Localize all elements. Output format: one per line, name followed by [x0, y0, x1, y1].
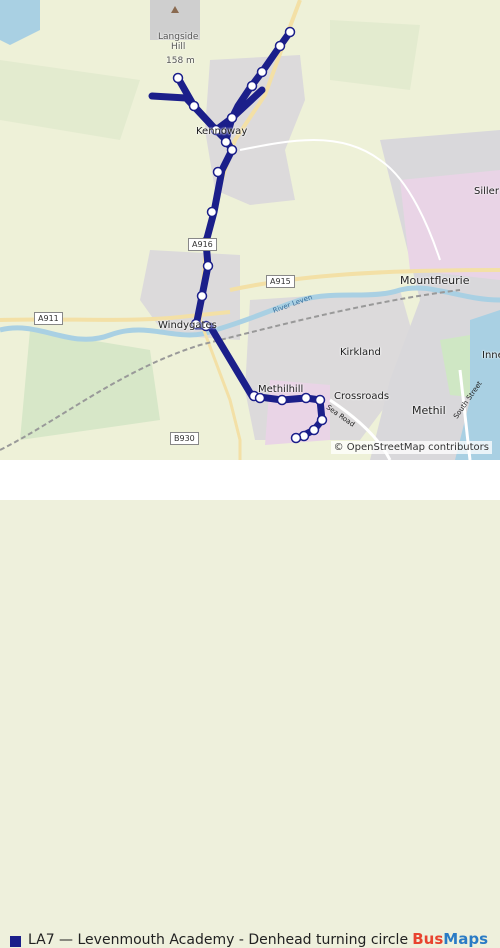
route-layer: [148, 26, 328, 444]
map-view[interactable]: Langside Hill 158 m Kennoway Windygates …: [0, 0, 500, 460]
road-a915-label: A915: [266, 275, 295, 288]
bus-stop-marker[interactable]: [276, 394, 288, 406]
legend-footer: LA7 — Levenmouth Academy - Denhead turni…: [0, 460, 500, 948]
bus-stop-marker[interactable]: [290, 432, 302, 444]
bus-stop-marker[interactable]: [314, 394, 326, 406]
crossroads-label: Crossroads: [334, 391, 390, 402]
bus-stop-marker[interactable]: [226, 112, 238, 124]
methilhill-label: Methilhill: [258, 384, 304, 395]
silverburn-label: Siller: [474, 186, 499, 197]
mountfleurie-label: Mountfleurie: [400, 274, 470, 287]
bus-stop-marker[interactable]: [226, 144, 238, 156]
brand-part-2: Maps: [443, 930, 488, 948]
bus-stop-marker[interactable]: [274, 40, 286, 52]
kirkland-label: Kirkland: [340, 347, 381, 358]
langside-elevation-label: 158 m: [166, 56, 195, 66]
map-attribution[interactable]: © OpenStreetMap contributors: [330, 441, 492, 454]
bus-stop-marker[interactable]: [206, 206, 218, 218]
bus-stop-marker[interactable]: [316, 414, 328, 426]
bus-stop-marker[interactable]: [284, 26, 296, 38]
kennoway-label: Kennoway: [196, 126, 248, 137]
bus-stop-marker[interactable]: [308, 424, 320, 436]
langside-hill-label: Langside Hill: [158, 32, 199, 52]
windygates-label: Windygates: [158, 320, 217, 331]
busmaps-logo[interactable]: BusMaps: [412, 930, 488, 948]
bus-stop-marker[interactable]: [212, 166, 224, 178]
road-a916-label: A916: [188, 238, 217, 251]
bus-stop-marker[interactable]: [172, 72, 184, 84]
brand-part-1: Bus: [412, 930, 444, 948]
route-legend-label: LA7 — Levenmouth Academy - Denhead turni…: [28, 932, 409, 948]
bus-stop-marker[interactable]: [220, 136, 232, 148]
bus-stop-marker[interactable]: [188, 100, 200, 112]
bus-stop-marker[interactable]: [202, 260, 214, 272]
innerleven-label: Innerl: [482, 350, 500, 361]
bus-stop-marker[interactable]: [246, 80, 258, 92]
bus-stop-marker[interactable]: [256, 66, 268, 78]
road-a911-label: A911: [34, 312, 63, 325]
bus-stop-marker[interactable]: [196, 290, 208, 302]
route-color-swatch: [10, 936, 21, 947]
methil-label: Methil: [412, 404, 446, 417]
road-b930-label: B930: [170, 432, 199, 445]
